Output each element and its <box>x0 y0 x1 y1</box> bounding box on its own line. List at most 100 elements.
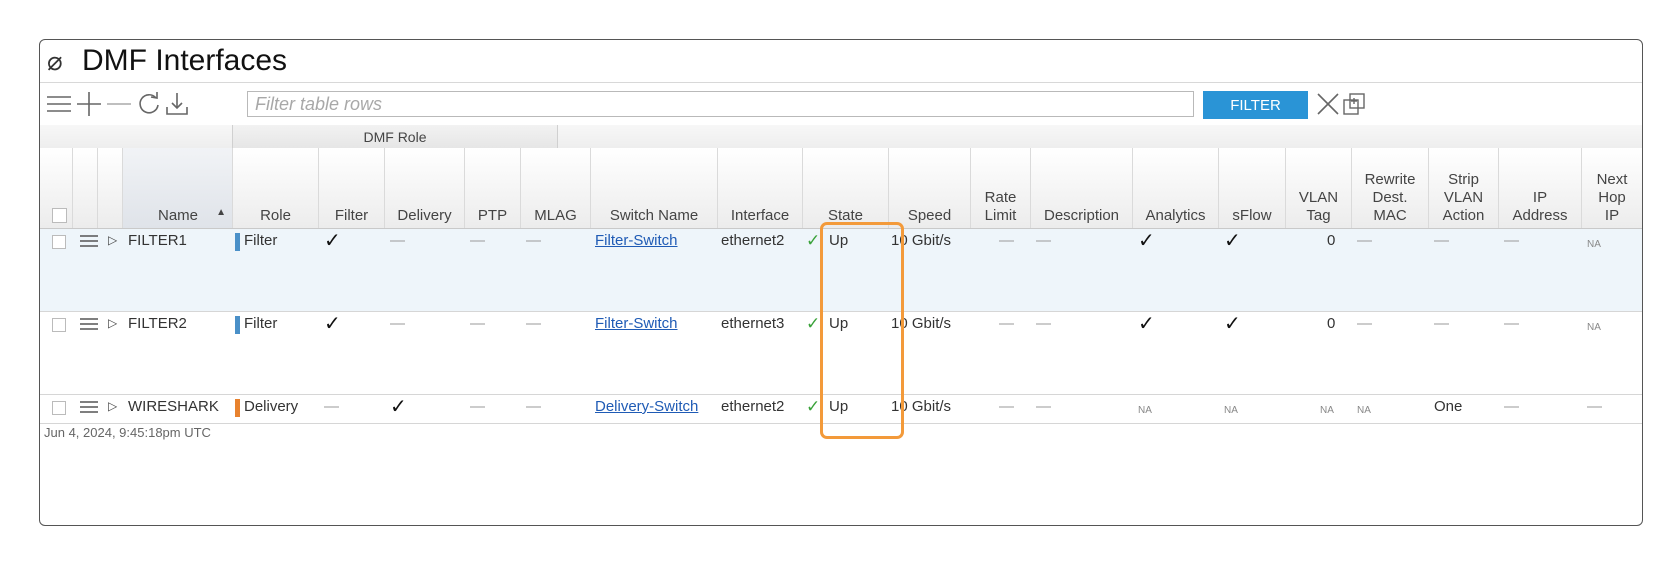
cell-ptp: — <box>470 398 485 415</box>
switch-name-link[interactable]: Filter-Switch <box>595 231 678 251</box>
cell-sflow: NA <box>1224 405 1238 416</box>
cell-analytics: NA <box>1138 405 1152 416</box>
state-column-highlight <box>820 222 904 439</box>
cell-ip-address: — <box>1504 398 1519 415</box>
popout-window-icon[interactable] <box>1342 92 1366 116</box>
expand-row-icon[interactable]: ▷ <box>108 233 117 247</box>
filter-table-input[interactable] <box>247 91 1194 117</box>
cell-next-hop-ip: NA <box>1587 239 1601 250</box>
cell-delivery: — <box>390 315 405 332</box>
dmf-role-group-header: DMF Role <box>232 125 558 148</box>
sort-ascending-icon[interactable]: ▲ <box>216 204 226 222</box>
cell-mlag: — <box>526 398 541 415</box>
cell-vlan-tag: 0 <box>1327 315 1336 332</box>
filter-button[interactable]: FILTER <box>1203 91 1308 119</box>
cell-rewrite-dest-mac: — <box>1357 232 1372 249</box>
cell-mlag: — <box>526 315 541 332</box>
column-header-role[interactable]: Role <box>232 148 318 228</box>
cell-name: FILTER1 <box>128 232 187 249</box>
cell-filter: — <box>324 398 339 415</box>
role-color-marker <box>235 233 240 251</box>
cell-strip-vlan-action: — <box>1434 232 1449 249</box>
cell-description: — <box>1036 398 1051 415</box>
role-color-marker <box>235 399 240 417</box>
column-header-ip-address[interactable]: IP Address <box>1498 148 1581 228</box>
remove-icon[interactable] <box>106 91 132 117</box>
cell-vlan-tag: 0 <box>1327 232 1336 249</box>
cell-next-hop-ip: — <box>1587 398 1602 415</box>
cell-strip-vlan-action: — <box>1434 315 1449 332</box>
cell-ptp: — <box>470 232 485 249</box>
hamburger-menu-icon[interactable] <box>46 91 72 117</box>
dmf-interfaces-panel: ⌀ DMF Interfaces FILTER DMF Role <box>39 39 1643 526</box>
row-menu-icon[interactable] <box>78 233 100 249</box>
panel-header: ⌀ DMF Interfaces <box>40 40 1642 83</box>
column-header-mlag[interactable]: MLAG <box>520 148 590 228</box>
cell-role: Filter <box>244 232 278 249</box>
cell-vlan-tag: NA <box>1320 405 1334 416</box>
column-header-next-hop-ip[interactable]: Next Hop IP <box>1581 148 1642 228</box>
column-header-sflow[interactable]: sFlow <box>1218 148 1285 228</box>
state-up-icon: ✓ <box>806 231 821 250</box>
column-header-speed[interactable]: Speed <box>888 148 970 228</box>
cell-next-hop-ip: NA <box>1587 322 1601 333</box>
cell-strip-vlan-action: One <box>1434 398 1463 415</box>
column-header-rewrite-dest-mac[interactable]: Rewrite Dest. MAC <box>1351 148 1428 228</box>
cell-ptp: — <box>470 315 485 332</box>
role-color-marker <box>235 316 240 334</box>
switch-name-link[interactable]: Delivery-Switch <box>595 397 698 417</box>
row-checkbox[interactable] <box>52 318 66 332</box>
column-header-description[interactable]: Description <box>1030 148 1132 228</box>
refresh-icon[interactable] <box>136 91 162 117</box>
cell-delivery: ✓ <box>390 396 407 418</box>
cell-role: Delivery <box>244 398 299 415</box>
column-header-name[interactable]: Name ▲ <box>122 148 232 228</box>
state-up-icon: ✓ <box>806 314 821 333</box>
add-icon[interactable] <box>76 91 102 117</box>
cell-mlag: — <box>526 232 541 249</box>
column-header-filter[interactable]: Filter <box>318 148 384 228</box>
download-icon[interactable] <box>164 91 190 117</box>
close-x-icon[interactable] <box>1316 92 1340 116</box>
table-header-row: Name ▲ Role Filter Delivery PTP MLAG Swi… <box>40 148 1642 229</box>
cell-description: — <box>1036 232 1051 249</box>
disabled-circle-icon: ⌀ <box>47 46 63 76</box>
cell-description: — <box>1036 315 1051 332</box>
cell-delivery: — <box>390 232 405 249</box>
row-checkbox[interactable] <box>52 401 66 415</box>
state-up-icon: ✓ <box>806 397 821 416</box>
column-header-state[interactable]: State <box>802 148 888 228</box>
cell-filter: ✓ <box>324 313 341 335</box>
column-header-analytics[interactable]: Analytics <box>1132 148 1218 228</box>
cell-name: WIRESHARK <box>128 398 219 415</box>
switch-name-link[interactable]: Filter-Switch <box>595 314 678 334</box>
cell-rewrite-dest-mac: — <box>1357 315 1372 332</box>
column-header-switch-name[interactable]: Switch Name <box>590 148 717 228</box>
cell-interface: ethernet3 <box>721 315 785 332</box>
expand-row-icon[interactable]: ▷ <box>108 399 117 413</box>
cell-sflow: ✓ <box>1224 313 1241 335</box>
cell-name: FILTER2 <box>128 315 187 332</box>
select-all-checkbox[interactable] <box>52 208 67 223</box>
cell-ip-address: — <box>1504 315 1519 332</box>
cell-analytics: ✓ <box>1138 230 1155 252</box>
cell-role: Filter <box>244 315 278 332</box>
column-header-strip-vlan-action[interactable]: Strip VLAN Action <box>1428 148 1498 228</box>
column-header-vlan-tag[interactable]: VLAN Tag <box>1285 148 1351 228</box>
cell-analytics: ✓ <box>1138 313 1155 335</box>
last-updated-timestamp: Jun 4, 2024, 9:45:18pm UTC <box>44 425 211 440</box>
column-header-delivery[interactable]: Delivery <box>384 148 464 228</box>
column-header-blank-2 <box>97 148 122 228</box>
cell-filter: ✓ <box>324 230 341 252</box>
page-title: DMF Interfaces <box>82 44 288 77</box>
cell-rate-limit: — <box>999 232 1014 249</box>
column-header-ptp[interactable]: PTP <box>464 148 520 228</box>
column-header-interface[interactable]: Interface <box>717 148 802 228</box>
row-checkbox[interactable] <box>52 235 66 249</box>
column-header-rate-limit[interactable]: Rate Limit <box>970 148 1030 228</box>
column-group-header-row: DMF Role <box>40 125 1642 149</box>
expand-row-icon[interactable]: ▷ <box>108 316 117 330</box>
row-menu-icon[interactable] <box>78 316 100 332</box>
row-menu-icon[interactable] <box>78 399 100 415</box>
cell-rewrite-dest-mac: NA <box>1357 405 1371 416</box>
